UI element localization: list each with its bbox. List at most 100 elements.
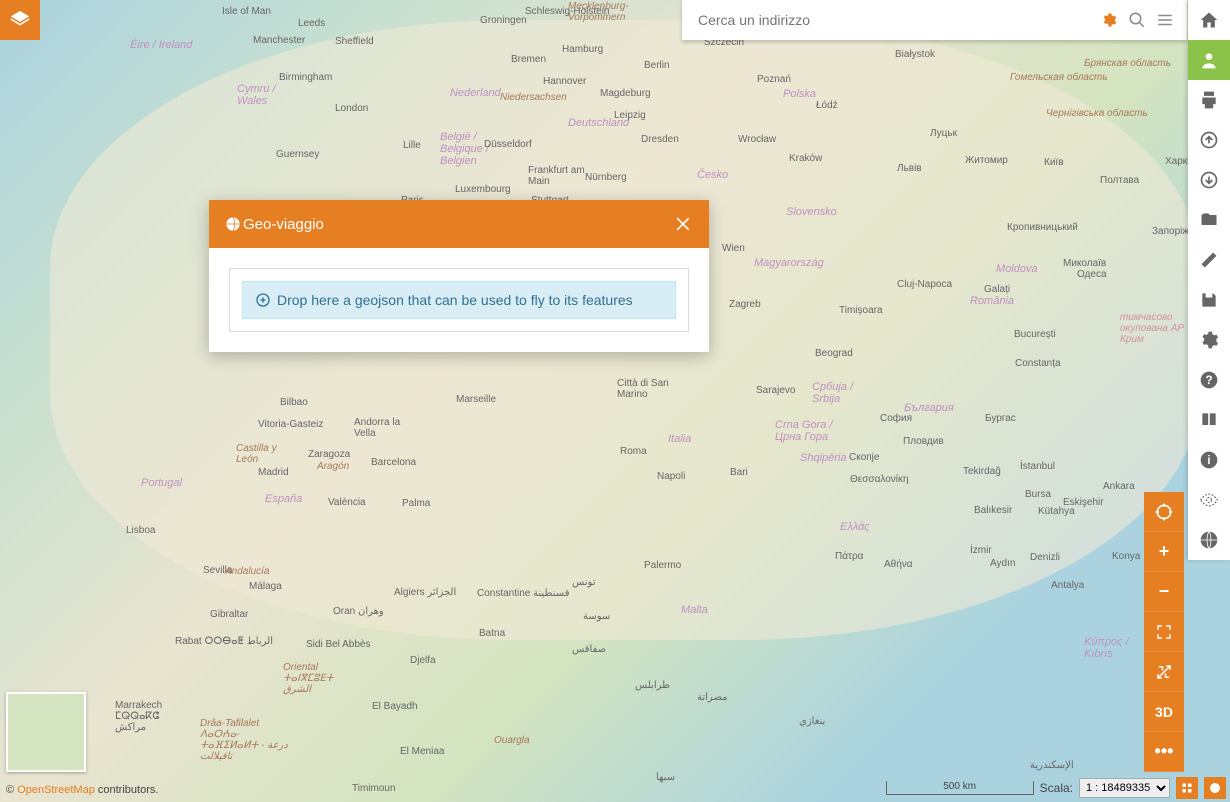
footer-globe-button[interactable]	[1204, 777, 1226, 799]
geojson-drop-zone[interactable]: Drop here a geojson that can be used to …	[242, 281, 676, 319]
download-button[interactable]	[1188, 160, 1230, 200]
download-icon	[1199, 170, 1219, 190]
menu-button[interactable]	[1151, 6, 1179, 34]
user-button[interactable]	[1188, 40, 1230, 80]
info-button[interactable]: i	[1188, 440, 1230, 480]
folder-icon	[1199, 210, 1219, 230]
save-button[interactable]	[1188, 280, 1230, 320]
map-label: مصراتة	[697, 692, 727, 703]
map-label: Djelfa	[410, 655, 436, 666]
home-icon	[1199, 10, 1219, 30]
map-label: Kraków	[789, 153, 822, 164]
drop-message: Drop here a geojson that can be used to …	[277, 292, 633, 308]
map-label: Oriental ⵜⴰⵏⴳⵎⵓⴹⵜ الشرق	[283, 662, 363, 695]
map-label: Бургас	[985, 413, 1016, 424]
extent-button[interactable]	[1144, 652, 1184, 692]
map-label: Leeds	[298, 18, 325, 29]
geo-viaggio-modal: Geo-viaggio Drop here a geojson that can…	[209, 200, 709, 352]
zoom-out-button[interactable]: −	[1144, 572, 1184, 612]
map-label: Castilla y León	[236, 443, 286, 465]
map-label: Sarajevo	[756, 385, 795, 396]
map-label: Poznań	[757, 74, 791, 85]
modal-body: Drop here a geojson that can be used to …	[209, 248, 709, 352]
search-button[interactable]	[1123, 6, 1151, 34]
svg-text:i: i	[1207, 454, 1210, 467]
map-label: El Meniaa	[400, 746, 444, 757]
minimap[interactable]	[6, 692, 86, 772]
globe-button[interactable]	[1188, 520, 1230, 560]
map-canvas[interactable]: Éire / Ireland Isle of Man Manchester Le…	[0, 0, 1230, 802]
search-input[interactable]	[690, 12, 1095, 28]
map-label: Palma	[402, 498, 430, 509]
map-label: سبها	[656, 772, 675, 783]
help-button[interactable]: ?	[1188, 360, 1230, 400]
map-label: تونس	[572, 577, 595, 588]
map-label: Львів	[897, 163, 922, 174]
print-button[interactable]	[1188, 80, 1230, 120]
map-label: Mecklenburg-Vorpommern	[568, 1, 648, 23]
map-label: España	[265, 493, 302, 505]
gear-icon	[1199, 330, 1219, 350]
map-label: Éire / Ireland	[130, 39, 192, 51]
map-label: Leipzig	[614, 110, 646, 121]
dots-icon: •••	[1155, 741, 1174, 762]
map-label: Beograd	[815, 348, 853, 359]
docs-button[interactable]	[1188, 400, 1230, 440]
plus-circle-icon	[255, 292, 271, 308]
map-label: Oran وهران	[333, 606, 384, 617]
map-label: Кропивницький	[1007, 222, 1078, 233]
locate-button[interactable]	[1144, 492, 1184, 532]
map-label: Timimoun	[352, 783, 396, 794]
map-label: Bursa	[1025, 489, 1051, 500]
map-label: Sidi Bel Abbès	[306, 639, 371, 650]
map-label: بنغازي	[799, 716, 825, 727]
map-label: Timișoara	[839, 305, 883, 316]
zoom-in-button[interactable]: +	[1144, 532, 1184, 572]
visibility-button[interactable]	[1188, 480, 1230, 520]
footer-grid-button[interactable]	[1176, 777, 1198, 799]
map-label: Palermo	[644, 560, 681, 571]
map-label: Italia	[668, 433, 691, 445]
map-label: Marrakech ⵎⵕⵕⴰⴽⵛ مراكش	[115, 700, 185, 733]
globe-icon	[225, 216, 241, 232]
upload-button[interactable]	[1188, 120, 1230, 160]
map-label: İzmir	[970, 545, 992, 556]
fullscreen-button[interactable]	[1144, 612, 1184, 652]
osm-link[interactable]: OpenStreetMap	[17, 784, 95, 796]
map-label: Denizli	[1030, 552, 1060, 563]
map-label: Niedersachsen	[500, 92, 567, 103]
user-icon	[1199, 50, 1219, 70]
map-label: Galați	[984, 284, 1010, 295]
upload-icon	[1199, 130, 1219, 150]
map-label: София	[880, 413, 912, 424]
map-label: Andorra la Vella	[354, 417, 414, 439]
search-settings-button[interactable]	[1095, 6, 1123, 34]
map-label: Gibraltar	[210, 609, 248, 620]
grid-icon	[1181, 782, 1193, 794]
map-label: Житомир	[965, 155, 1008, 166]
settings-button[interactable]	[1188, 320, 1230, 360]
map-label: Rabat ⵔⵔⴱⴰⵟ الرباط	[175, 636, 273, 647]
modal-close-button[interactable]	[673, 214, 693, 234]
folder-button[interactable]	[1188, 200, 1230, 240]
map-label: الإسكندرية	[1030, 760, 1074, 771]
home-button[interactable]	[1188, 0, 1230, 40]
more-button[interactable]: •••	[1144, 732, 1184, 772]
map-label: Andalucía	[225, 566, 269, 577]
3d-button[interactable]: 3D	[1144, 692, 1184, 732]
map-label: Luxembourg	[455, 184, 511, 195]
scale-select[interactable]: 1 : 18489335	[1079, 778, 1170, 798]
map-label: Balıkesir	[974, 505, 1012, 516]
print-icon	[1199, 90, 1219, 110]
book-icon	[1199, 410, 1219, 430]
layers-button[interactable]	[0, 0, 40, 40]
save-icon	[1199, 290, 1219, 310]
map-label: Slovensko	[786, 206, 837, 218]
map-label: Drâa-Tafilalet ⴷⴰⵔⵄⴰ-ⵜⴰⴼⵉⵍⴰⵍⵜ درعة - تاف…	[200, 718, 290, 762]
measure-button[interactable]	[1188, 240, 1230, 280]
minus-icon: −	[1159, 581, 1170, 602]
map-label: Città di San Marino	[617, 378, 687, 400]
map-label: Wrocław	[738, 134, 776, 145]
map-label: Portugal	[141, 477, 182, 489]
map-label: Berlin	[644, 60, 670, 71]
